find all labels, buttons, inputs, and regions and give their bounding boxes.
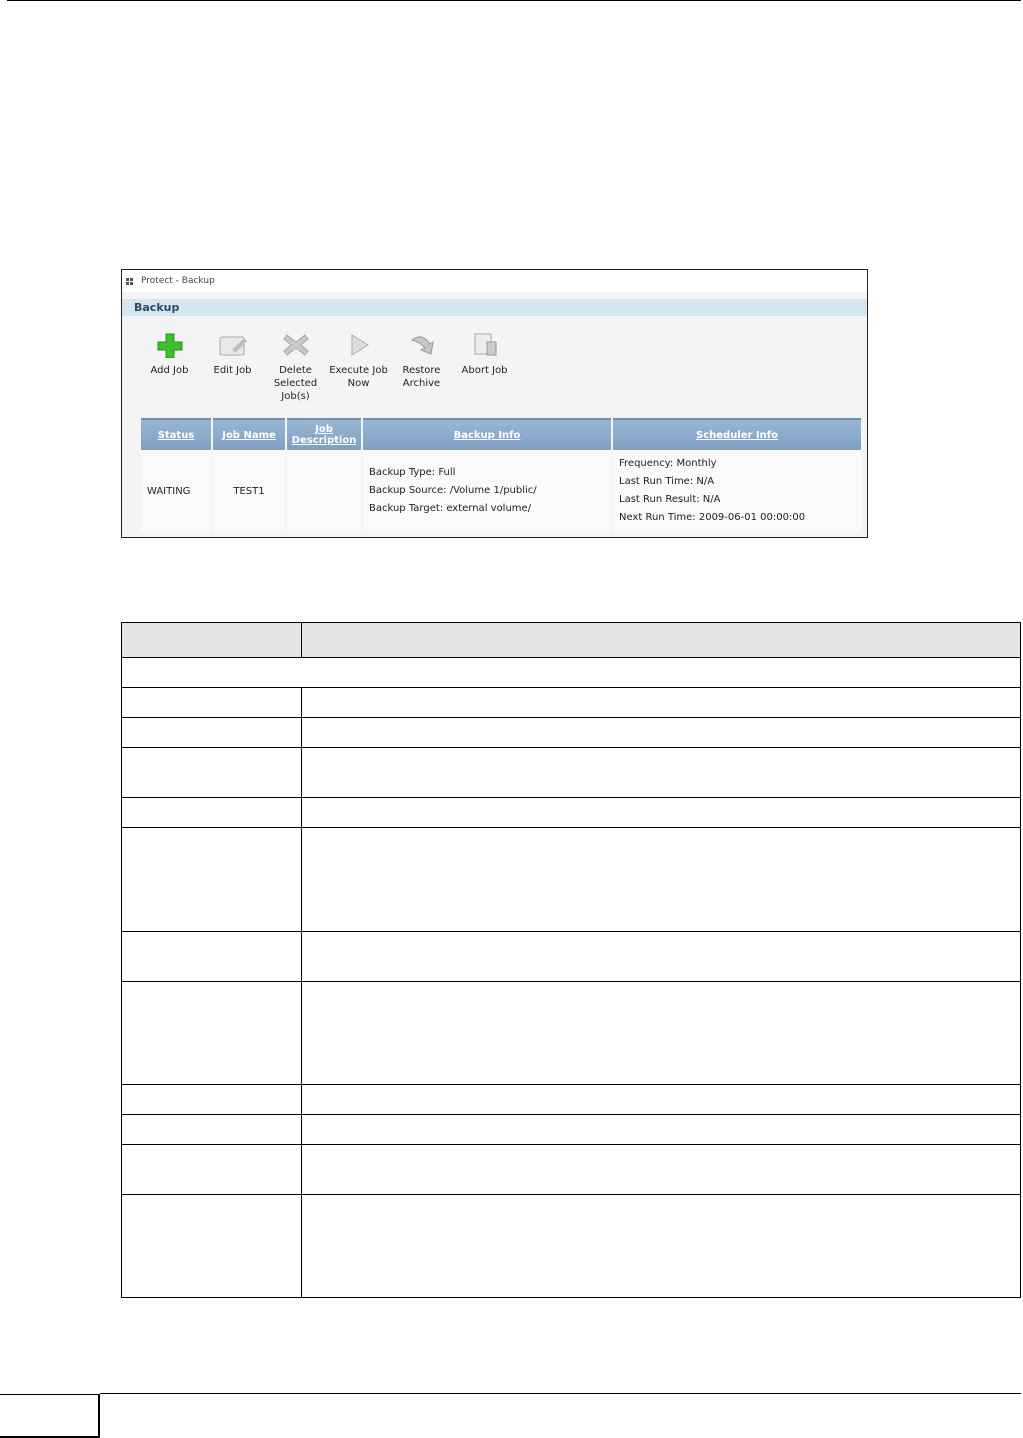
table-row: [121, 1084, 1021, 1115]
table-cell: [301, 717, 1021, 748]
table-cell: [301, 1084, 1021, 1115]
table-cell: [301, 931, 1021, 982]
table-row: [121, 1114, 1021, 1145]
table-cell: [121, 931, 302, 982]
table-row: [121, 797, 1021, 828]
execute-job-button[interactable]: Execute Job Now: [327, 332, 390, 403]
backup-screenshot: Protect - Backup Backup Add Job Edit Job…: [121, 269, 868, 538]
window-title: Protect - Backup: [141, 276, 215, 286]
delete-jobs-button[interactable]: Delete Selected Job(s): [264, 332, 327, 403]
table-cell: [121, 981, 302, 1085]
footer-rule: [100, 1393, 1021, 1394]
table-row: [121, 717, 1021, 748]
toolbar: Add Job Edit Job Delete Selected Job(s) …: [138, 332, 516, 403]
table-cell: [121, 657, 1021, 688]
header-rule: [7, 0, 1021, 1]
table-cell: [301, 1194, 1021, 1298]
restore-icon: [410, 336, 434, 355]
table-row: [121, 931, 1021, 982]
edit-job-button[interactable]: Edit Job: [201, 332, 264, 403]
add-icon: [157, 333, 182, 358]
job-description-cell: [287, 450, 361, 532]
column-job-name[interactable]: Job Name: [213, 418, 285, 450]
job-name-cell: TEST1: [213, 450, 285, 532]
column-backup-info[interactable]: Backup Info: [363, 418, 611, 450]
table-row: [121, 981, 1021, 1085]
backup-source: Backup Source: /Volume 1/public/: [369, 485, 537, 496]
table-row: [121, 657, 1021, 688]
column-job-description[interactable]: Job Description: [287, 418, 361, 450]
description-table: [121, 622, 1021, 1298]
backup-info-cell: Backup Type: Full Backup Source: /Volume…: [363, 450, 611, 532]
frequency: Frequency: Monthly: [619, 458, 717, 469]
header-cell: [121, 622, 302, 658]
table-cell: [121, 717, 302, 748]
table-row: [121, 687, 1021, 718]
table-header-row: [121, 622, 1021, 658]
section-title: Backup: [122, 299, 867, 316]
table-cell: [121, 1114, 302, 1145]
table-cell: [301, 687, 1021, 718]
restore-archive-button[interactable]: Restore Archive: [390, 332, 453, 403]
table-cell: [301, 797, 1021, 828]
table-cell: [301, 1144, 1021, 1195]
jobs-table: Status Job Name Job Description Backup I…: [139, 418, 863, 532]
table-row: [121, 827, 1021, 932]
table-row: [121, 1144, 1021, 1195]
add-job-button[interactable]: Add Job: [138, 332, 201, 403]
table-cell: [301, 981, 1021, 1085]
next-run-time: Next Run Time: 2009-06-01 00:00:00: [619, 512, 806, 523]
window-title-bar: Protect - Backup: [122, 270, 867, 292]
backup-type: Backup Type: Full: [369, 467, 456, 478]
table-cell: [121, 1144, 302, 1195]
page-number-box: [0, 1394, 100, 1438]
grid-icon: [126, 277, 133, 285]
table-cell: [301, 747, 1021, 798]
scheduler-info-cell: Frequency: Monthly Last Run Time: N/A La…: [613, 450, 861, 532]
column-status[interactable]: Status: [141, 418, 211, 450]
abort-job-button[interactable]: Abort Job: [453, 332, 516, 403]
table-cell: [301, 1114, 1021, 1145]
last-run-result: Last Run Result: N/A: [619, 494, 721, 505]
table-row: [121, 747, 1021, 798]
edit-icon: [219, 336, 247, 356]
delete-icon: [282, 334, 309, 356]
play-icon: [351, 334, 369, 356]
header-cell: [301, 622, 1021, 658]
table-cell: [121, 1194, 302, 1298]
column-scheduler-info[interactable]: Scheduler Info: [613, 418, 861, 450]
table-cell: [121, 747, 302, 798]
table-cell: [121, 687, 302, 718]
table-row: [121, 1194, 1021, 1298]
last-run-time: Last Run Time: N/A: [619, 476, 715, 487]
table-row[interactable]: WAITING TEST1 Backup Type: Full Backup S…: [141, 450, 861, 532]
backup-target: Backup Target: external volume/: [369, 503, 532, 514]
table-cell: [121, 797, 302, 828]
table-cell: [301, 827, 1021, 932]
abort-icon: [474, 333, 496, 356]
table-cell: [121, 1084, 302, 1115]
status-cell: WAITING: [141, 450, 211, 532]
table-cell: [121, 827, 302, 932]
